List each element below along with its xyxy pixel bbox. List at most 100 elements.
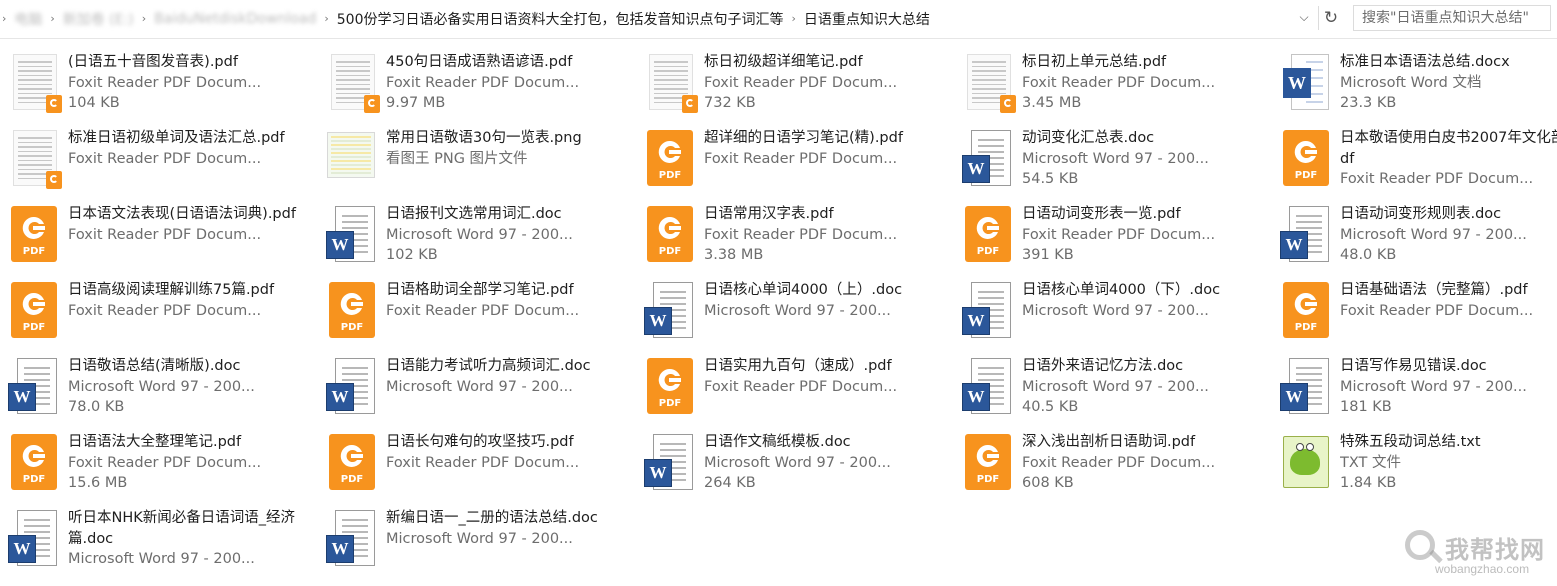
chevron-down-icon[interactable]: ⌵ bbox=[1297, 10, 1311, 24]
file-type: Foxit Reader PDF Docum... bbox=[68, 74, 262, 91]
file-item[interactable]: W 新编日语一_二册的语法总结.doc Microsoft Word 97 - 20… bbox=[318, 502, 636, 578]
file-icon-wrapper bbox=[325, 128, 379, 188]
file-item[interactable]: 450句日语成语熟语谚语.pdf Foxit Reader PDF Docum..… bbox=[318, 46, 636, 122]
breadcrumb-item[interactable]: BaiduNetdiskDownload bbox=[148, 11, 322, 27]
file-type: Foxit Reader PDF Docum... bbox=[704, 74, 898, 91]
file-item[interactable]: PDF 日语语法大全整理笔记.pdf Foxit Reader PDF Docum.… bbox=[0, 426, 318, 502]
file-icon-wrapper: PDF bbox=[7, 432, 61, 492]
file-icon-wrapper: W bbox=[1279, 356, 1333, 416]
file-icon-wrapper: PDF bbox=[961, 204, 1015, 264]
address-bar-region: › 电脑 › 新加卷 (E:) › BaiduNetdiskDownload › 500份学习… bbox=[0, 0, 1557, 39]
breadcrumb-separator-icon[interactable]: › bbox=[322, 12, 330, 25]
file-name: 特殊五段动词总结.txt bbox=[1340, 434, 1481, 450]
file-icon-wrapper: PDF bbox=[1279, 128, 1333, 188]
pdf-file-icon: PDF bbox=[1283, 282, 1329, 338]
file-item[interactable]: PDF 深入浅出剖析日语助词.pdf Foxit Reader PDF Docum.… bbox=[954, 426, 1272, 502]
pdf-file-icon: PDF bbox=[11, 434, 57, 490]
breadcrumb-item[interactable]: 日语重点知识大总结 bbox=[798, 9, 936, 29]
pdf-file-icon: PDF bbox=[1283, 130, 1329, 186]
file-item[interactable]: PDF 日语长句难句的攻坚技巧.pdf Foxit Reader PDF Docum… bbox=[318, 426, 636, 502]
file-size: 608 KB bbox=[1022, 475, 1074, 491]
file-name: 超详细的日语学习笔记(精).pdf bbox=[704, 130, 903, 146]
file-type: Foxit Reader PDF Docum... bbox=[704, 226, 898, 243]
file-icon-wrapper bbox=[325, 52, 380, 113]
file-item[interactable]: 标准日语初级单词及语法汇总.pdf Foxit Reader PDF Docum.… bbox=[0, 122, 318, 198]
file-item[interactable]: PDF 日语高级阅读理解训练75篇.pdf Foxit Reader PDF Doc… bbox=[0, 274, 318, 350]
file-size: 23.3 KB bbox=[1340, 95, 1397, 111]
file-name: 日语格助词全部学习笔记.pdf bbox=[386, 282, 574, 298]
file-item[interactable]: W 日语核心单词4000（上）.doc Microsoft Word 97 - 20… bbox=[636, 274, 954, 350]
breadcrumb-separator-icon[interactable]: › bbox=[140, 12, 148, 25]
pdf-file-icon: PDF bbox=[647, 206, 693, 262]
file-item[interactable]: W 日语核心单词4000（下）.doc Microsoft Word 97 - 20… bbox=[954, 274, 1272, 350]
word-document-icon: W bbox=[962, 282, 1011, 338]
file-type: Microsoft Word 97 - 200... bbox=[704, 302, 891, 319]
file-size: 102 KB bbox=[386, 247, 438, 263]
file-item[interactable]: PDF 日本语文法表现(日语语法词典).pdf Foxit Reader PDF D… bbox=[0, 198, 318, 274]
file-item[interactable]: W 日语作文稿纸模板.doc Microsoft Word 97 - 200... 2… bbox=[636, 426, 954, 502]
pdf-thumbnail-icon bbox=[649, 54, 698, 113]
file-icon-wrapper bbox=[643, 52, 698, 113]
watermark-title: 我帮找网 bbox=[1445, 536, 1545, 564]
file-name: 常用日语敬语30句一览表.png bbox=[386, 130, 582, 146]
file-type: Microsoft Word 97 - 200... bbox=[68, 551, 255, 567]
file-item[interactable]: (日语五十音图发音表).pdf Foxit Reader PDF Docum...… bbox=[0, 46, 318, 122]
refresh-icon[interactable]: ↻ bbox=[1318, 6, 1343, 30]
file-name: 日语核心单词4000（上）.doc bbox=[704, 282, 903, 298]
file-list: (日语五十音图发音表).pdf Foxit Reader PDF Docum...… bbox=[0, 46, 1557, 586]
breadcrumb-item[interactable]: 500份学习日语必备实用日语资料大全打包，包括发音知识点句子词汇等 bbox=[331, 9, 790, 29]
file-item[interactable]: 标日初级超详细笔记.pdf Foxit Reader PDF Docum... 73… bbox=[636, 46, 954, 122]
breadcrumb-separator-icon[interactable]: › bbox=[789, 12, 797, 25]
breadcrumb[interactable]: › 电脑 › 新加卷 (E:) › BaiduNetdiskDownload › 500份学习… bbox=[0, 3, 1343, 34]
file-item[interactable]: W 标准日本语语法总结.docx Microsoft Word 文档 23.3 KB bbox=[1272, 46, 1557, 122]
file-icon-wrapper bbox=[1279, 432, 1333, 492]
file-item[interactable]: W 日语动词变形规则表.doc Microsoft Word 97 - 200...… bbox=[1272, 198, 1557, 274]
file-name: 日语长句难句的攻坚技巧.pdf bbox=[386, 434, 574, 450]
file-item[interactable]: W 日语敬语总结(清晰版).doc Microsoft Word 97 - 200.… bbox=[0, 350, 318, 426]
word-document-icon: W bbox=[1280, 358, 1329, 414]
file-icon-wrapper: PDF bbox=[325, 280, 379, 340]
file-icon-wrapper: W bbox=[643, 432, 697, 492]
file-item[interactable]: PDF 日语格助词全部学习笔记.pdf Foxit Reader PDF Docum… bbox=[318, 274, 636, 350]
file-name: 日语语法大全整理笔记.pdf bbox=[68, 434, 242, 450]
file-item[interactable]: W 日语报刊文选常用词汇.doc Microsoft Word 97 - 200..… bbox=[318, 198, 636, 274]
file-item[interactable]: W 日语写作易见错误.doc Microsoft Word 97 - 200... 1… bbox=[1272, 350, 1557, 426]
file-item[interactable]: W 日语外来语记忆方法.doc Microsoft Word 97 - 200...… bbox=[954, 350, 1272, 426]
file-item[interactable]: PDF 日语动词变形表一览.pdf Foxit Reader PDF Docum..… bbox=[954, 198, 1272, 274]
file-icon-wrapper: PDF bbox=[961, 432, 1015, 492]
word-document-icon: W bbox=[644, 434, 693, 490]
file-item[interactable]: PDF 超详细的日语学习笔记(精).pdf Foxit Reader PDF Doc… bbox=[636, 122, 954, 198]
file-item[interactable]: W 动词变化汇总表.doc Microsoft Word 97 - 200... 54… bbox=[954, 122, 1272, 198]
file-type: Foxit Reader PDF Docum... bbox=[68, 226, 262, 243]
file-name: 日语写作易见错误.doc bbox=[1340, 358, 1487, 374]
file-item[interactable]: 特殊五段动词总结.txt TXT 文件 1.84 KB bbox=[1272, 426, 1557, 502]
file-type: Foxit Reader PDF Docum... bbox=[1340, 302, 1534, 319]
file-name: 日语常用汉字表.pdf bbox=[704, 206, 834, 222]
pdf-thumbnail-icon bbox=[13, 130, 62, 189]
file-icon-wrapper: W bbox=[325, 508, 379, 568]
file-item[interactable]: PDF 日语基础语法（完整篇）.pdf Foxit Reader PDF Docum… bbox=[1272, 274, 1557, 350]
breadcrumb-item[interactable]: 电脑 bbox=[8, 9, 48, 29]
breadcrumb-separator-icon[interactable]: › bbox=[0, 12, 8, 25]
breadcrumb-item[interactable]: 新加卷 (E:) bbox=[57, 9, 140, 29]
breadcrumb-separator-icon[interactable]: › bbox=[48, 12, 56, 25]
file-item[interactable]: PDF 日语实用九百句（速成）.pdf Foxit Reader PDF Docum… bbox=[636, 350, 954, 426]
file-item[interactable]: W 听日本NHK新闻必备日语词语_经济篇.doc Microsoft Word 97… bbox=[0, 502, 318, 578]
file-size: 40.5 KB bbox=[1022, 399, 1079, 415]
file-type: Microsoft Word 97 - 200... bbox=[386, 378, 573, 395]
file-type: Microsoft Word 97 - 200... bbox=[386, 530, 573, 547]
file-item[interactable]: PDF 日本敬语使用白皮书2007年文化部.pdf Foxit Reader PDF… bbox=[1272, 122, 1557, 198]
file-item[interactable]: W 日语能力考试听力高频词汇.doc Microsoft Word 97 - 200… bbox=[318, 350, 636, 426]
file-item[interactable]: 常用日语敬语30句一览表.png 看图王 PNG 图片文件 bbox=[318, 122, 636, 198]
file-icon-wrapper: W bbox=[1279, 52, 1333, 112]
file-item[interactable]: 标日初上单元总结.pdf Foxit Reader PDF Docum... 3.4… bbox=[954, 46, 1272, 122]
file-icon-wrapper: W bbox=[1279, 204, 1333, 264]
search-input[interactable]: 搜索"日语重点知识大总结" bbox=[1353, 5, 1551, 31]
file-item[interactable]: PDF 日语常用汉字表.pdf Foxit Reader PDF Docum... 3… bbox=[636, 198, 954, 274]
file-type: Microsoft Word 97 - 200... bbox=[1340, 226, 1527, 243]
file-icon-wrapper: W bbox=[961, 128, 1015, 188]
word-document-icon: W bbox=[326, 358, 375, 414]
file-size: 264 KB bbox=[704, 475, 756, 491]
file-icon-wrapper: PDF bbox=[7, 280, 61, 340]
pdf-file-icon: PDF bbox=[11, 206, 57, 262]
